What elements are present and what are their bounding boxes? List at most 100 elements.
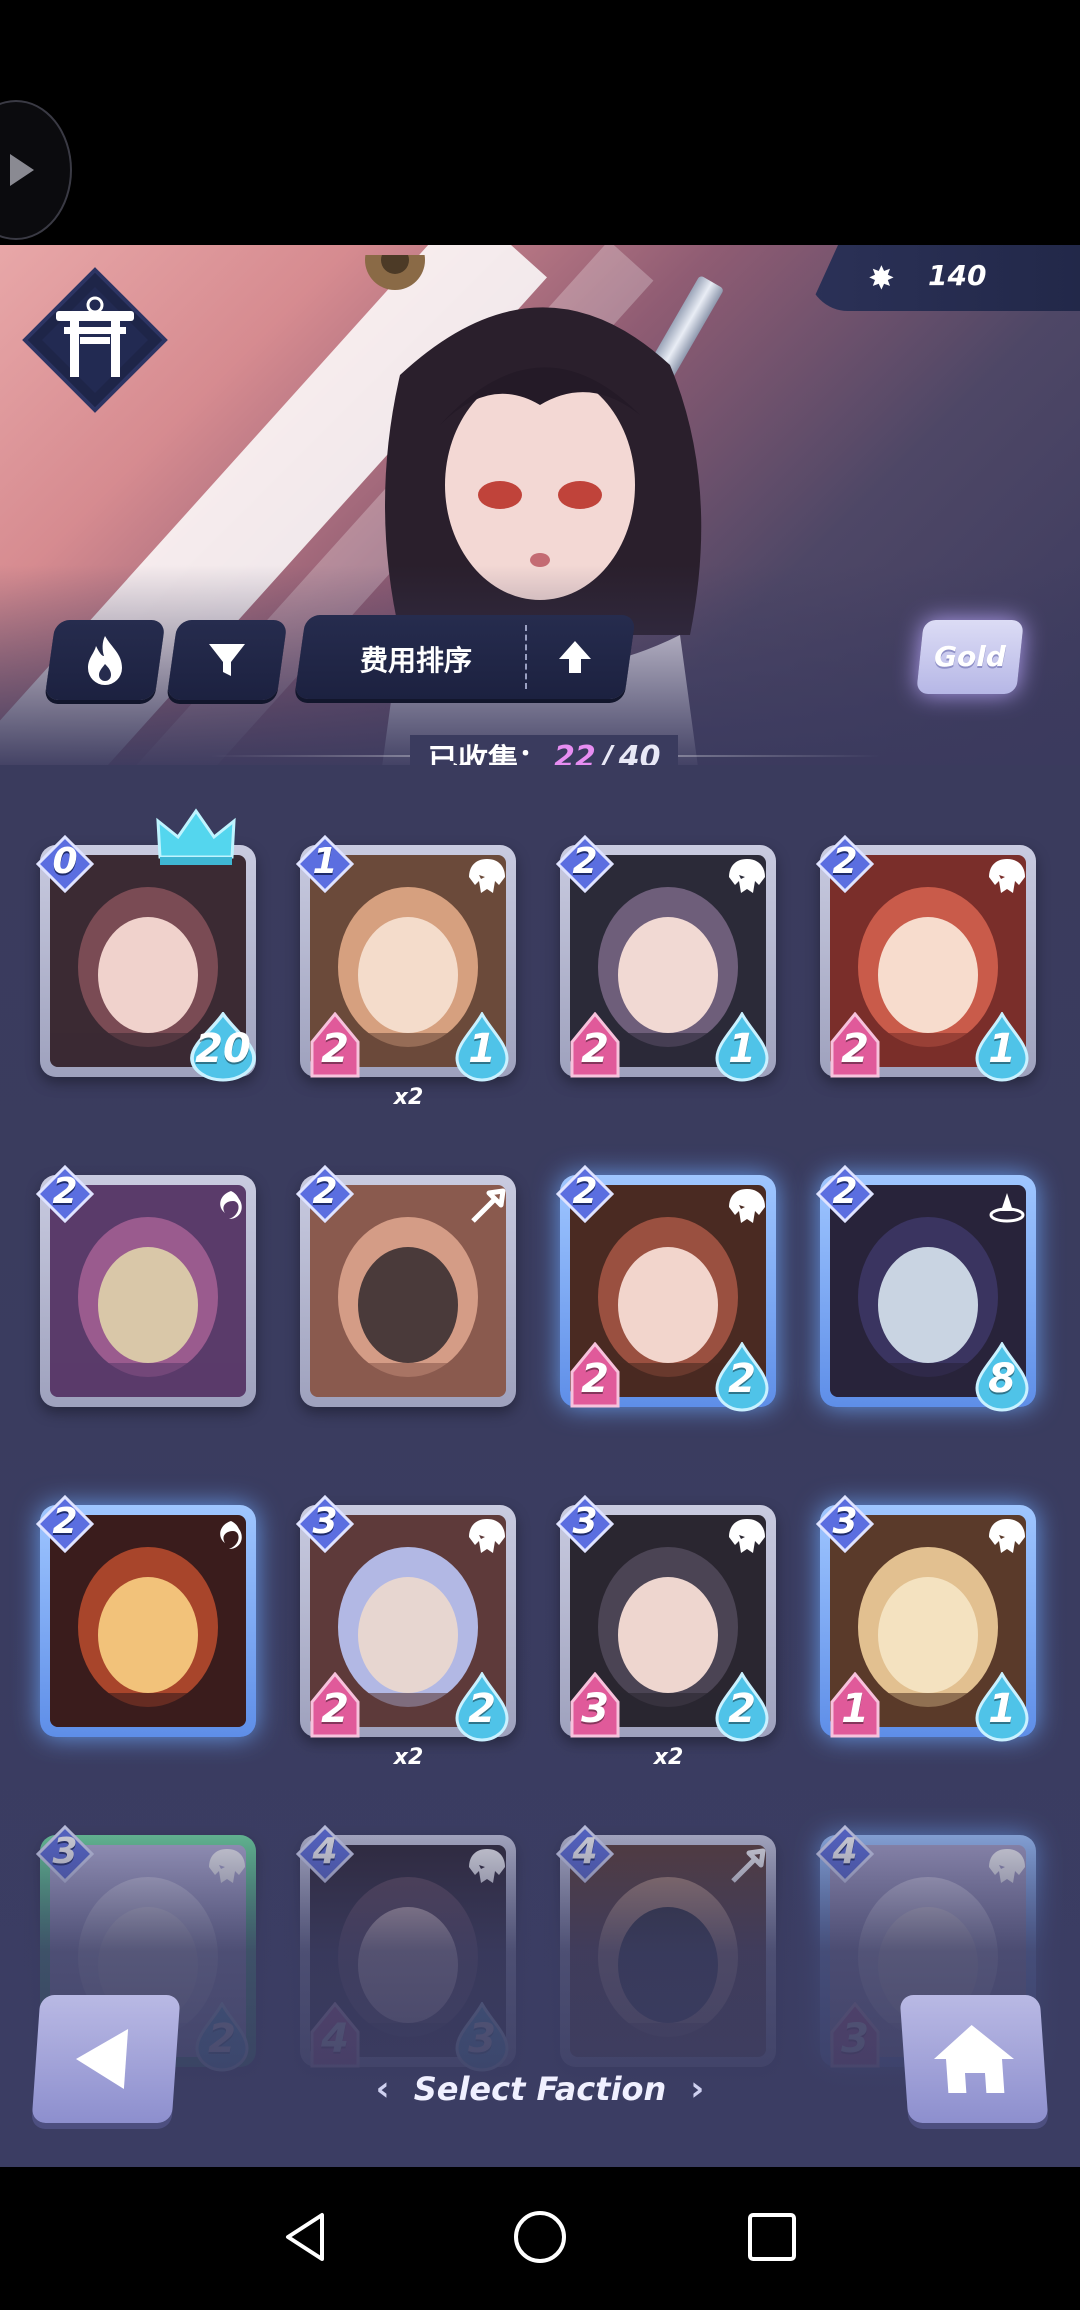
collection-card[interactable]: 2 [296,1155,521,1430]
card-unit-icon [469,1519,505,1553]
card-attack: 2 [321,1026,349,1072]
card-health-badge: 2 [453,1670,511,1742]
collection-card[interactable]: 3 2 2 x2 [296,1485,521,1770]
card-health: 1 [728,1026,756,1072]
card-cost-gem: 2 [816,1165,874,1223]
gem-counter: ✸ 140 [808,245,1080,311]
card-health: 1 [988,1026,1016,1072]
card-cost-gem: 3 [296,1495,354,1553]
card-attack: 3 [581,1686,609,1732]
card-cost-gem: 3 [556,1495,614,1553]
hero-banner: ✸ 140 费用排序 Gold 已收集： 22 / 40 [0,245,1080,765]
collection-card[interactable]: 2 [36,1155,261,1430]
gem-star-icon: ✸ [868,259,895,297]
card-attack-badge: 2 [306,1011,364,1082]
collection-card[interactable]: 2 [36,1485,261,1760]
card-cost: 3 [572,1501,598,1542]
card-health-badge: 20 [187,1010,259,1082]
sort-direction-arrow-icon[interactable] [555,637,595,677]
card-attack-badge: 2 [566,1011,624,1082]
card-cost-gem: 2 [36,1165,94,1223]
card-cost-gem: 2 [296,1165,354,1223]
card-attack-badge: 3 [566,1671,624,1742]
card-attack-badge: 2 [566,1341,624,1412]
faction-label: Select Faction [413,2070,667,2108]
gold-toggle-button[interactable]: Gold [916,620,1024,694]
card-cost: 2 [312,1171,338,1212]
card-weapon-icon [471,1188,506,1223]
card-unit-icon [729,1189,765,1223]
card-health: 2 [728,1686,756,1732]
card-cost-gem: 0 [36,835,94,893]
collection-card[interactable]: 2 2 1 [556,825,781,1100]
side-panel-toggle[interactable] [0,100,72,240]
collection-card[interactable]: 28 [816,1155,1041,1430]
card-attack: 2 [841,1026,869,1072]
card-structure-icon [989,1193,1025,1223]
card-health: 1 [468,1026,496,1072]
card-duplicate-count: x2 [393,1085,424,1110]
card-cost: 2 [572,841,598,882]
card-cost: 2 [572,1171,598,1212]
card-duplicate-count: x2 [393,1745,424,1770]
card-health-badge: 1 [973,1670,1031,1742]
card-cost-gem: 2 [556,835,614,893]
card-attack: 2 [581,1026,609,1072]
card-unit-icon [989,1519,1025,1553]
card-health-badge: 8 [973,1340,1031,1412]
collection-card[interactable]: 3 3 2 x2 [556,1485,781,1770]
collection-card[interactable]: 1 2 1 x2 [296,825,521,1110]
card-spell-icon [220,1191,242,1219]
card-unit-icon [989,859,1025,893]
next-faction-icon[interactable]: › [690,2069,704,2109]
prev-faction-icon[interactable]: ‹ [376,2069,390,2109]
card-spell-icon [220,1521,242,1549]
back-button[interactable] [31,1995,181,2123]
card-health: 2 [728,1356,756,1402]
funnel-icon [209,644,245,676]
flame-icon [88,636,122,685]
card-health-badge: 1 [973,1010,1031,1082]
home-button[interactable] [899,1995,1049,2123]
card-health: 20 [195,1026,251,1072]
system-back-icon[interactable] [278,2207,338,2267]
card-cost: 2 [832,841,858,882]
collection-card[interactable]: 0 20 [36,808,261,1100]
collection-card[interactable]: 3 1 1 [816,1485,1041,1760]
card-health-badge: 2 [713,1340,771,1412]
card-attack-badge: 2 [826,1011,884,1082]
card-attack-badge: 1 [826,1671,884,1742]
crown-icon [156,808,236,865]
collection-card[interactable]: 2 2 1 [816,825,1041,1100]
card-cost-gem: 3 [816,1495,874,1553]
system-home-icon[interactable] [510,2207,570,2267]
card-cost: 3 [312,1501,338,1542]
card-cost-gem: 1 [296,835,354,893]
card-health-badge: 2 [713,1670,771,1742]
card-cost: 2 [52,1501,78,1542]
collection-separator: / [601,739,613,766]
faction-torii-icon[interactable] [20,265,170,415]
home-icon [934,2025,1014,2093]
card-attack: 2 [321,1686,349,1732]
card-health-badge: 1 [713,1010,771,1082]
card-attack-badge: 2 [306,1671,364,1742]
card-cost-gem: 2 [816,835,874,893]
card-unit-icon [729,1519,765,1553]
faction-selector[interactable]: ‹ Select Faction › [340,2067,740,2111]
card-health: 1 [988,1686,1016,1732]
collection-card[interactable]: 2 2 2 [556,1155,781,1430]
fire-filter-button[interactable] [44,620,166,700]
card-duplicate-count: x2 [653,1745,684,1770]
card-cost-gem: 2 [36,1495,94,1553]
system-recents-icon[interactable] [742,2207,802,2267]
sort-divider [525,625,527,689]
card-attack: 2 [581,1356,609,1402]
gold-label: Gold [934,640,1006,673]
collected-count: 22 [554,739,596,766]
card-collection-screen: ✸ 140 费用排序 Gold 已收集： 22 / 40 0 20 1 2 1 … [0,245,1080,2167]
sort-label: 费用排序 [360,644,473,677]
play-arrow-icon [10,154,34,186]
card-cost-gem: 2 [556,1165,614,1223]
filter-button[interactable] [166,620,288,700]
